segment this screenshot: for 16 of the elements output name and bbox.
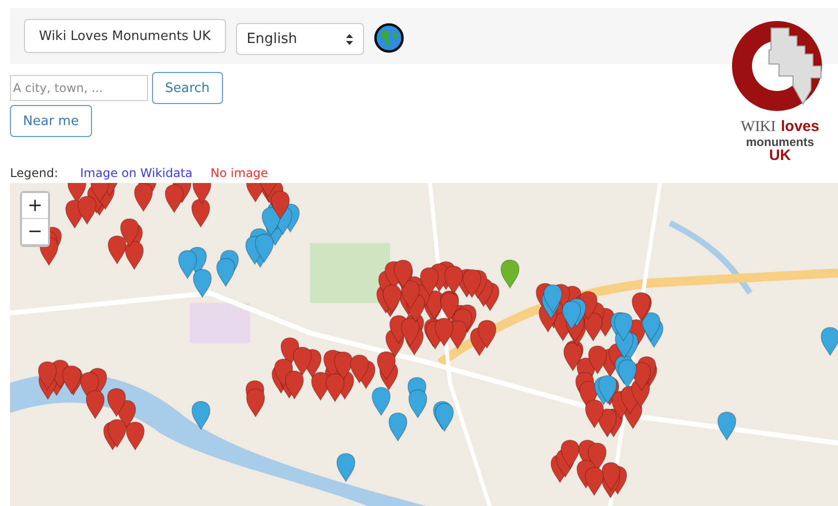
search-field[interactable]: A city, town, ... [10, 75, 148, 101]
map[interactable]: + − [10, 183, 838, 506]
globe-icon[interactable] [374, 23, 404, 53]
near-me-button[interactable]: Near me [10, 105, 92, 137]
search-button[interactable]: Search [152, 72, 223, 104]
language-select[interactable]: English [236, 23, 364, 55]
sort-arrows-icon [346, 34, 353, 44]
logo-loves-text: loves [780, 118, 820, 135]
legend-item: Image on Wikidata [80, 166, 193, 180]
legend-item: No image [210, 166, 268, 180]
logo-country-text: UK [768, 148, 792, 164]
legend-label: Legend: [10, 166, 58, 180]
zoom-in-button[interactable]: + [22, 193, 48, 219]
logo-wiki-text: WIKI [740, 119, 776, 135]
logo-monuments-text: monuments [744, 136, 815, 148]
site-button[interactable]: Wiki Loves Monuments UK [24, 19, 226, 53]
